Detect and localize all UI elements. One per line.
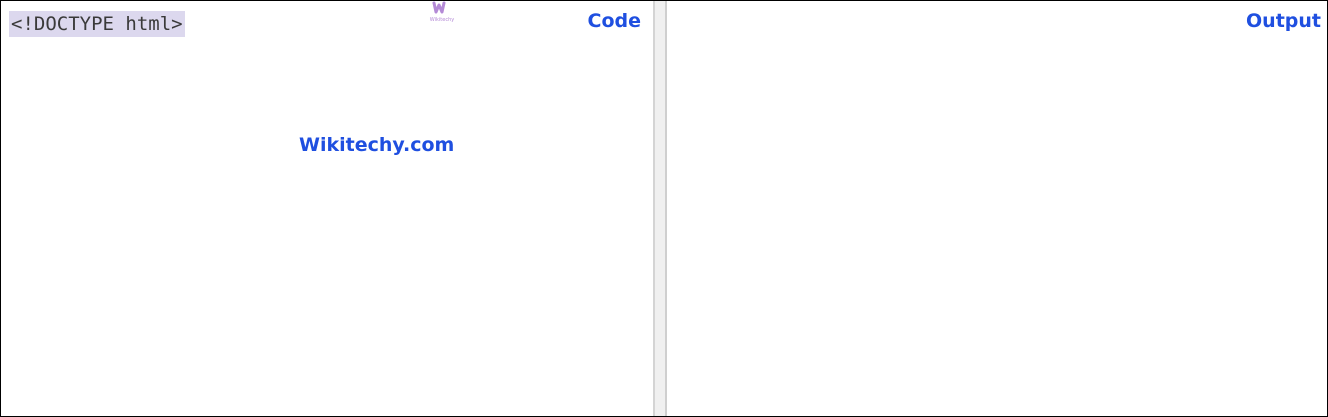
editor-window: <!DOCTYPE html> Wikitechy Code Wikitechy… bbox=[0, 0, 1328, 417]
pane-splitter[interactable] bbox=[653, 1, 667, 416]
watermark-text: Wikitechy.com bbox=[299, 134, 455, 156]
code-pane[interactable]: <!DOCTYPE html> Wikitechy Code Wikitechy… bbox=[1, 1, 653, 416]
output-pane: Output bbox=[667, 1, 1327, 416]
logo-text: Wikitechy bbox=[430, 17, 454, 23]
code-pane-label: Code bbox=[587, 10, 641, 32]
output-pane-label: Output bbox=[1246, 10, 1321, 32]
wikitechy-logo: Wikitechy bbox=[425, 1, 459, 23]
code-line[interactable]: <!DOCTYPE html> bbox=[9, 11, 185, 37]
